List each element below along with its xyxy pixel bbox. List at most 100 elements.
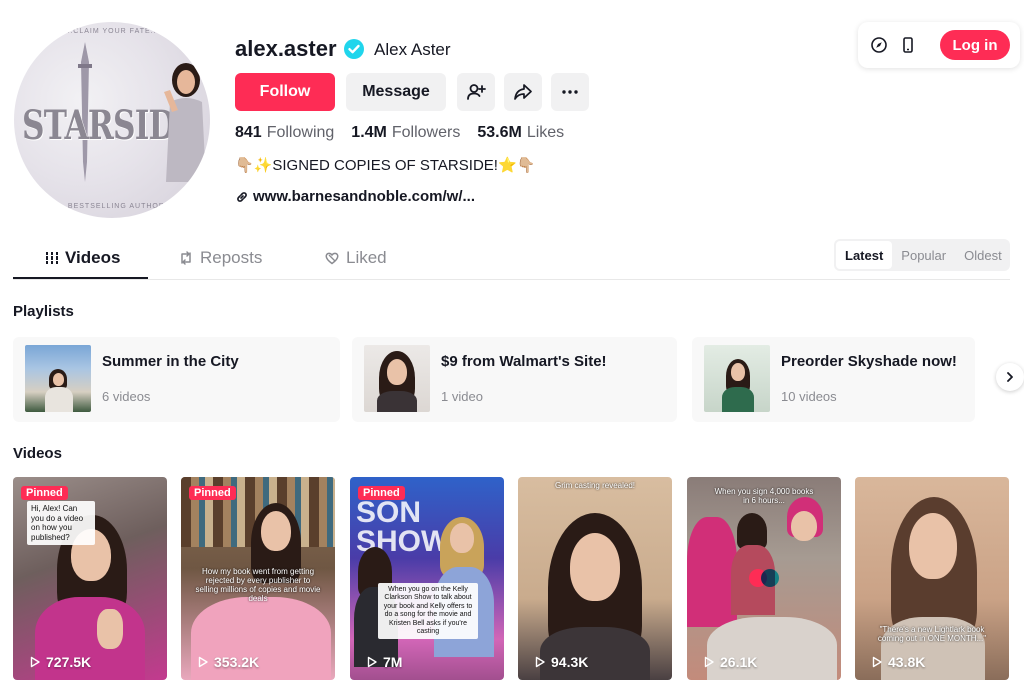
video-caption: Hi, Alex! Can you do a video on how you … xyxy=(27,501,95,546)
stat-followers-value: 1.4M xyxy=(351,124,387,141)
add-friend-button[interactable] xyxy=(457,73,495,111)
sort-oldest-button[interactable]: Oldest xyxy=(955,241,1011,269)
playlist-thumbnail xyxy=(704,345,770,412)
videos-heading: Videos xyxy=(13,445,62,462)
playlist-count: 1 video xyxy=(441,389,483,404)
phone-icon xyxy=(903,37,913,53)
video-views-count: 43.8K xyxy=(888,654,926,670)
link-chain-icon xyxy=(237,191,247,202)
playlist-thumbnail xyxy=(364,345,430,412)
play-icon xyxy=(535,656,545,668)
avatar-author-photo xyxy=(164,63,206,182)
playlists-next-button[interactable] xyxy=(996,363,1024,391)
pinned-badge: Pinned xyxy=(358,486,405,500)
video-card[interactable]: When you sign 4,000 books in 6 hours... … xyxy=(687,477,841,680)
video-caption: How my book went from getting rejected b… xyxy=(195,567,321,603)
video-card[interactable]: "There's a new Lightlark book coming out… xyxy=(855,477,1009,680)
profile-nickname: Alex Aster xyxy=(374,40,451,59)
playlist-count: 10 videos xyxy=(781,389,837,404)
stat-following-label: Following xyxy=(266,124,335,141)
video-views-count: 7M xyxy=(383,654,403,670)
avatar-ring-text-bottom: ...BESTSELLING AUTHOR xyxy=(59,203,165,210)
play-icon xyxy=(198,656,208,668)
playlist-count: 6 videos xyxy=(102,389,151,404)
video-thumbnail xyxy=(518,477,672,680)
tab-reposts[interactable]: Reposts xyxy=(178,248,262,268)
stat-following: 841 Following xyxy=(235,124,334,142)
sort-popular-button[interactable]: Popular xyxy=(892,241,955,269)
grid-icon xyxy=(45,252,59,264)
video-caption: When you sign 4,000 books in 6 hours... xyxy=(714,487,814,505)
video-thumbnail: SON SHOW xyxy=(350,477,504,680)
share-button[interactable] xyxy=(504,73,542,111)
video-views: 43.8K xyxy=(871,654,925,670)
more-options-button[interactable] xyxy=(551,73,589,111)
play-icon xyxy=(30,656,40,668)
video-views: 353.2K xyxy=(197,654,259,670)
tab-videos-label: Videos xyxy=(65,248,121,267)
play-icon xyxy=(872,656,882,668)
avatar-ring-text-top: ...CLAIM YOUR FATE... xyxy=(64,28,160,35)
video-card[interactable]: Grim casting revealed! 94.3K xyxy=(518,477,672,680)
stat-likes-value: 53.6M xyxy=(477,124,522,141)
tab-videos[interactable]: Videos xyxy=(45,248,120,268)
sort-switcher: Latest Popular Oldest xyxy=(834,239,1010,271)
video-thumbnail xyxy=(687,477,841,680)
tab-reposts-label: Reposts xyxy=(200,248,263,267)
pinned-badge: Pinned xyxy=(189,486,236,500)
sort-latest-button[interactable]: Latest xyxy=(836,241,893,269)
profile-link[interactable]: www.barnesandnoble.com/w/... xyxy=(235,188,475,205)
video-views: 727.5K xyxy=(29,654,91,670)
stat-likes-label: Likes xyxy=(526,124,565,141)
profile-username: alex.aster xyxy=(235,36,337,61)
playlist-name: Summer in the City xyxy=(102,353,239,370)
video-views: 26.1K xyxy=(703,654,757,670)
tab-liked[interactable]: Liked xyxy=(324,248,387,268)
video-views-count: 26.1K xyxy=(720,654,758,670)
video-caption: When you go on the Kelly Clarkson Show t… xyxy=(378,583,478,640)
verified-badge-icon xyxy=(344,39,364,59)
share-arrow-icon xyxy=(514,84,532,100)
play-icon xyxy=(704,656,714,668)
more-dots-icon xyxy=(562,90,578,94)
active-tab-indicator xyxy=(13,277,148,279)
get-app-button[interactable] xyxy=(897,34,919,56)
playlists-heading: Playlists xyxy=(13,303,74,320)
stat-following-value: 841 xyxy=(235,124,262,141)
message-button[interactable]: Message xyxy=(346,73,446,111)
playlist-card[interactable]: Summer in the City 6 videos xyxy=(13,337,340,422)
chevron-right-icon xyxy=(1007,372,1013,382)
video-card[interactable]: Pinned How my book went from getting rej… xyxy=(181,477,335,680)
tab-liked-label: Liked xyxy=(346,248,387,267)
video-card[interactable]: Pinned Hi, Alex! Can you do a video on h… xyxy=(13,477,167,680)
playlist-thumbnail xyxy=(25,345,91,412)
video-thumbnail xyxy=(855,477,1009,680)
video-views: 7M xyxy=(366,654,402,670)
repost-icon xyxy=(181,251,191,265)
playlist-name: $9 from Walmart's Site! xyxy=(441,353,607,370)
add-user-icon xyxy=(467,84,486,100)
pinned-badge: Pinned xyxy=(21,486,68,500)
explore-button[interactable] xyxy=(868,34,890,56)
compass-icon xyxy=(871,37,887,53)
video-card[interactable]: SON SHOW Pinned When you go on the Kelly… xyxy=(350,477,504,680)
video-views: 94.3K xyxy=(534,654,588,670)
follow-button[interactable]: Follow xyxy=(235,73,335,111)
video-views-count: 94.3K xyxy=(551,654,589,670)
video-views-count: 353.2K xyxy=(214,654,260,670)
playlist-name: Preorder Skyshade now! xyxy=(781,353,957,370)
video-caption: "There's a new Lightlark book coming out… xyxy=(877,625,987,643)
playlist-card[interactable]: $9 from Walmart's Site! 1 video xyxy=(352,337,677,422)
playlist-card[interactable]: Preorder Skyshade now! 10 videos xyxy=(692,337,975,422)
stat-followers: 1.4M Followers xyxy=(351,124,460,142)
login-button[interactable]: Log in xyxy=(940,30,1010,60)
profile-bio: 👇🏼✨SIGNED COPIES OF STARSIDE!⭐👇🏼 xyxy=(235,157,536,174)
play-icon xyxy=(367,656,377,668)
top-action-bar: Log in xyxy=(858,22,1020,68)
video-views-count: 727.5K xyxy=(46,654,92,670)
profile-avatar: ...CLAIM YOUR FATE... STARSIDE ...BESTSE… xyxy=(14,22,210,218)
liked-heart-icon xyxy=(325,252,339,265)
stat-followers-label: Followers xyxy=(391,124,461,141)
stat-likes: 53.6M Likes xyxy=(477,124,564,142)
profile-link-text: www.barnesandnoble.com/w/... xyxy=(253,188,475,205)
